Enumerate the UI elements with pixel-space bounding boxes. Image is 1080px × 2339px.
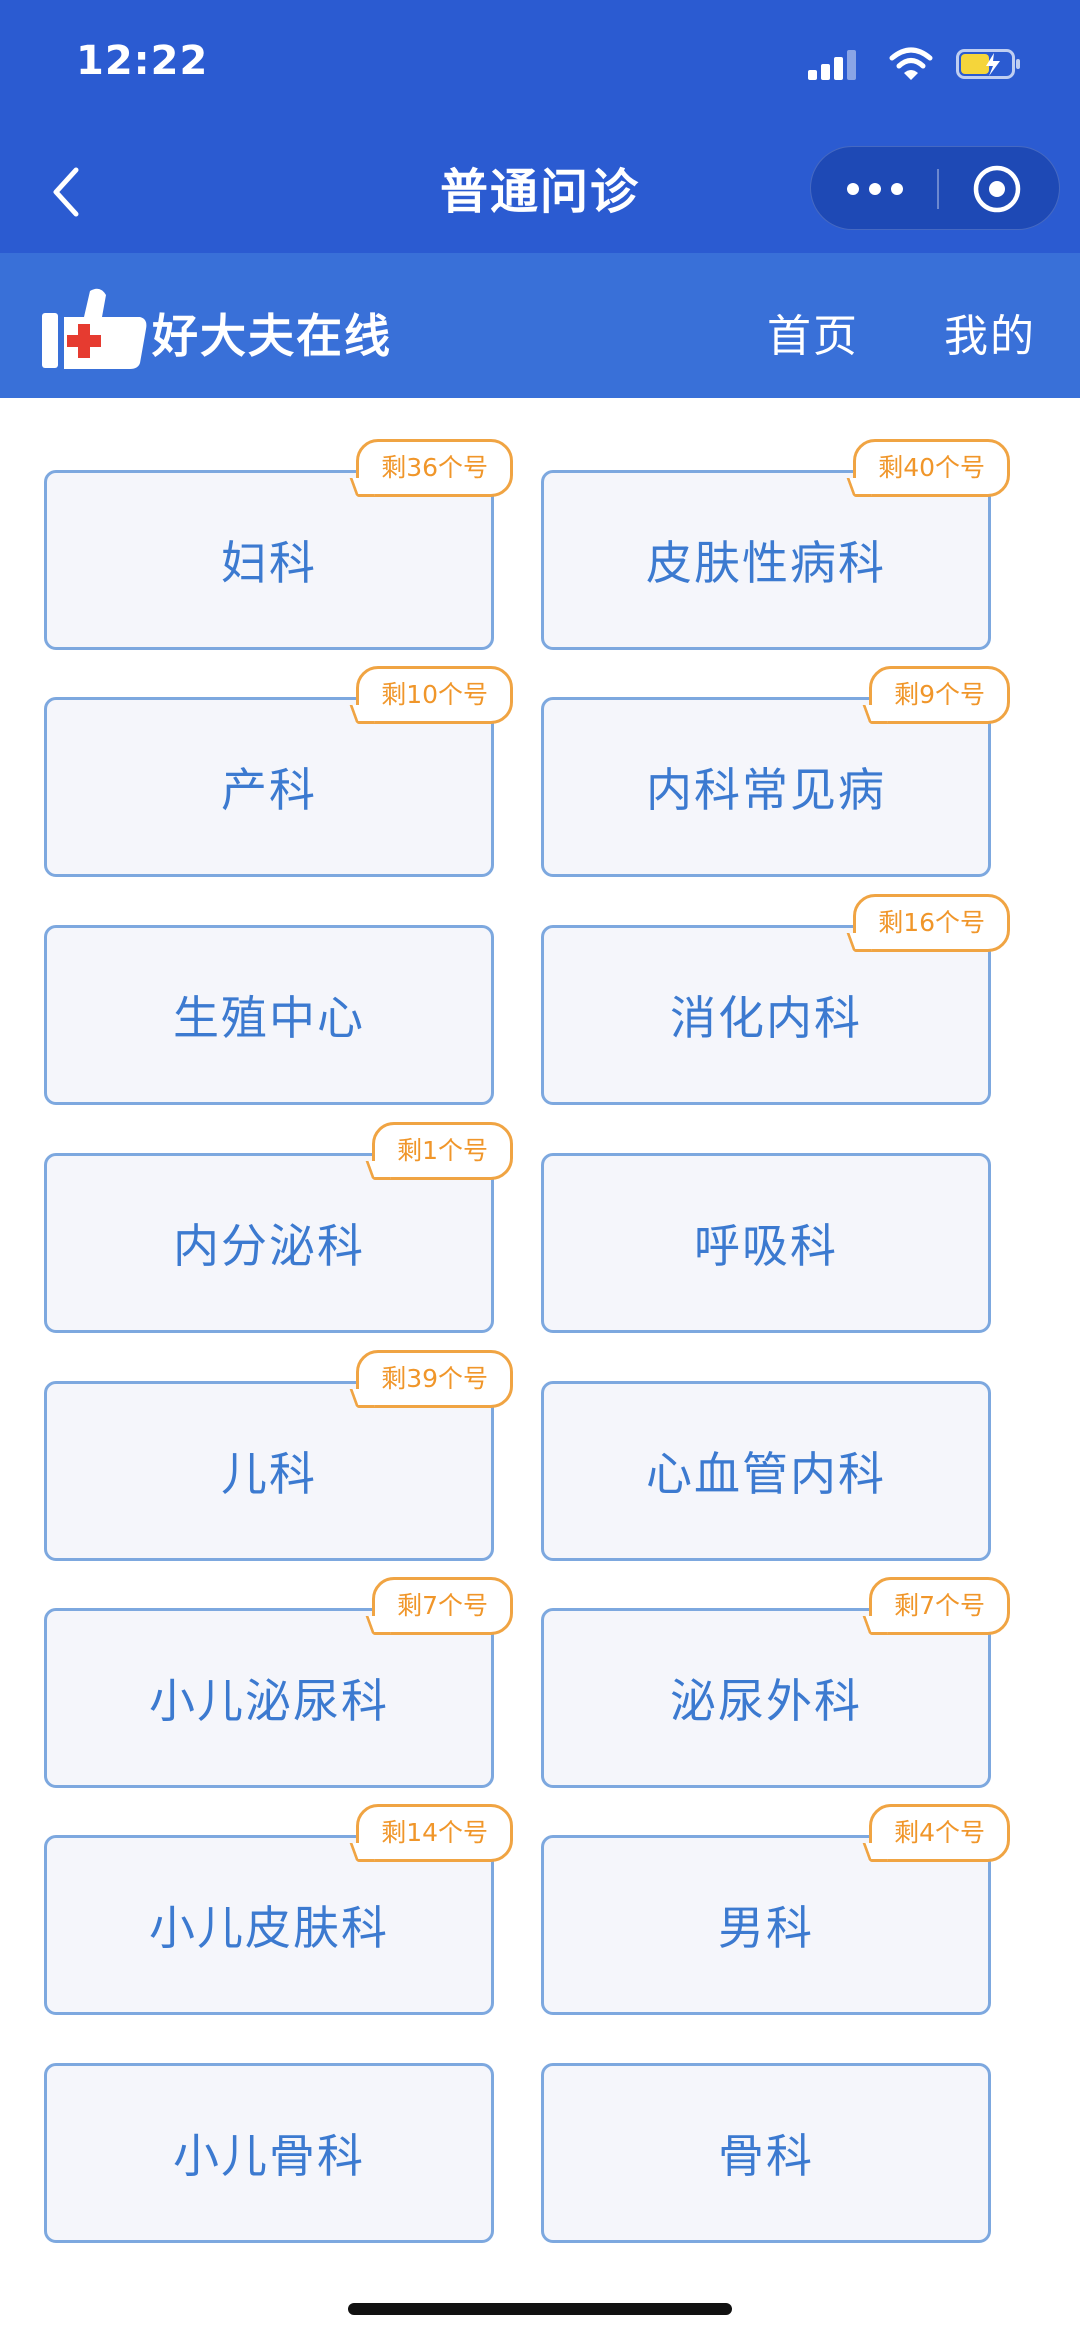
department-card[interactable]: 泌尿外科 剩7个号: [541, 1577, 1010, 1788]
department-card[interactable]: 儿科 剩39个号: [44, 1350, 513, 1561]
department-name: 呼吸科: [694, 1219, 838, 1273]
status-icons: [808, 44, 1028, 84]
department-card[interactable]: 呼吸科: [541, 1153, 991, 1333]
department-name: 小儿皮肤科: [149, 1901, 389, 1955]
department-name: 生殖中心: [173, 991, 365, 1045]
department-name: 妇科: [221, 536, 317, 590]
department-name: 骨科: [718, 2129, 814, 2183]
department-name: 产科: [221, 763, 317, 817]
remaining-slots-badge: 剩7个号: [869, 1577, 1010, 1635]
department-card[interactable]: 内分泌科 剩1个号: [44, 1122, 513, 1333]
wifi-icon: [889, 47, 933, 80]
battery-icon: [956, 49, 1020, 79]
status-time: 12:22: [76, 38, 209, 84]
department-name: 泌尿外科: [670, 1674, 862, 1728]
remaining-slots-badge: 剩16个号: [853, 894, 1010, 952]
department-card[interactable]: 小儿骨科: [44, 2063, 494, 2243]
remaining-slots-badge: 剩39个号: [356, 1350, 513, 1408]
department-card[interactable]: 皮肤性病科 剩40个号: [541, 439, 1010, 650]
thumbs-up-logo-icon: [42, 288, 147, 369]
department-card[interactable]: 男科 剩4个号: [541, 1804, 1010, 2015]
department-card[interactable]: 产科 剩10个号: [44, 666, 513, 877]
brand-name: 好大夫在线: [152, 309, 392, 363]
close-target-icon[interactable]: [971, 163, 1023, 215]
department-name: 消化内科: [670, 991, 862, 1045]
top-navigation: 12:22 普通问诊: [0, 0, 1080, 253]
department-name: 内分泌科: [173, 1219, 365, 1273]
department-name: 内科常见病: [646, 763, 886, 817]
department-card[interactable]: 妇科 剩36个号: [44, 439, 513, 650]
signal-icon: [808, 50, 868, 80]
remaining-slots-badge: 剩4个号: [869, 1804, 1010, 1862]
remaining-slots-badge: 剩7个号: [372, 1577, 513, 1635]
department-card[interactable]: 生殖中心: [44, 925, 494, 1105]
remaining-slots-badge: 剩14个号: [356, 1804, 513, 1862]
remaining-slots-badge: 剩9个号: [869, 666, 1010, 724]
remaining-slots-badge: 剩36个号: [356, 439, 513, 497]
mini-program-capsule: [810, 146, 1060, 230]
department-name: 小儿泌尿科: [149, 1674, 389, 1728]
department-name: 男科: [718, 1901, 814, 1955]
department-card[interactable]: 小儿皮肤科 剩14个号: [44, 1804, 513, 2015]
remaining-slots-badge: 剩40个号: [853, 439, 1010, 497]
department-card[interactable]: 小儿泌尿科 剩7个号: [44, 1577, 513, 1788]
department-name: 皮肤性病科: [646, 536, 886, 590]
nav-mine-link[interactable]: 我的: [944, 300, 1036, 364]
department-card[interactable]: 内科常见病 剩9个号: [541, 666, 1010, 877]
home-indicator: [348, 2303, 732, 2315]
department-card[interactable]: 心血管内科: [541, 1381, 991, 1561]
capsule-divider: [937, 169, 939, 209]
department-name: 儿科: [221, 1447, 317, 1501]
department-name: 小儿骨科: [173, 2129, 365, 2183]
department-card[interactable]: 消化内科 剩16个号: [541, 894, 1010, 1105]
department-grid: 妇科 剩36个号 皮肤性病科 剩40个号 产科 剩10个号 内科常见病 剩9个号…: [0, 398, 1080, 2298]
more-icon[interactable]: [847, 177, 919, 201]
brand-bar: 好大夫在线 首页 我的: [0, 253, 1080, 398]
remaining-slots-badge: 剩1个号: [372, 1122, 513, 1180]
department-name: 心血管内科: [646, 1447, 886, 1501]
nav-home-link[interactable]: 首页: [767, 300, 859, 364]
department-card[interactable]: 骨科: [541, 2063, 991, 2243]
remaining-slots-badge: 剩10个号: [356, 666, 513, 724]
